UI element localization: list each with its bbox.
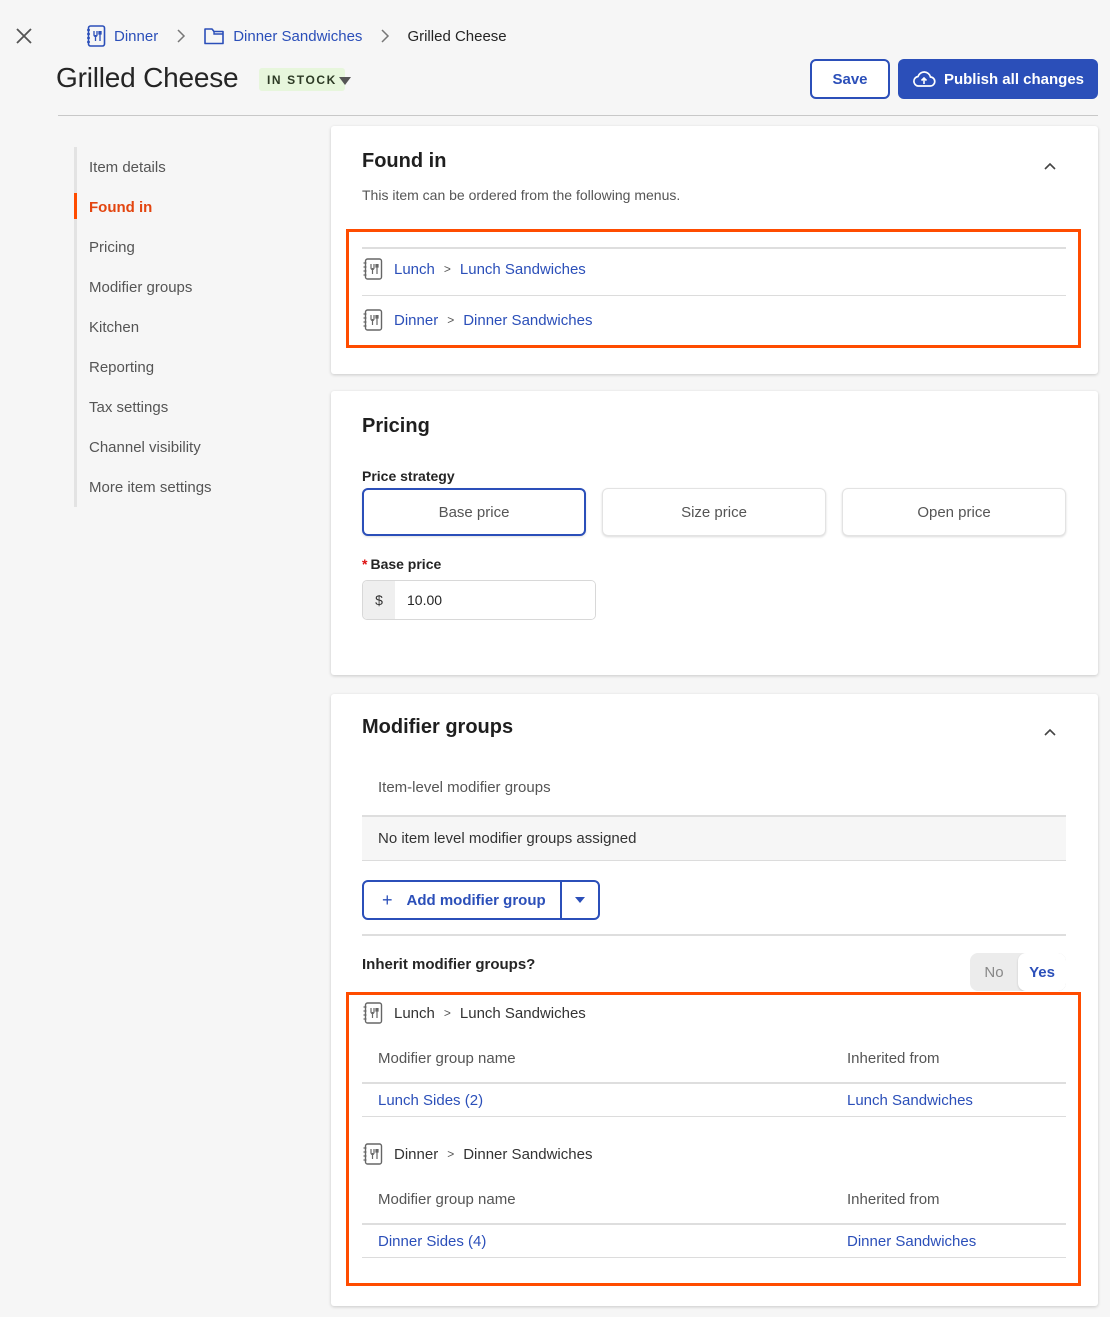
nav-item-pricing[interactable]: Pricing [77, 227, 304, 267]
add-modifier-group-button[interactable]: + Add modifier group [364, 882, 562, 918]
menu-icon [363, 309, 383, 331]
cloud-upload-icon [913, 71, 936, 87]
path-separator: > [443, 262, 451, 276]
empty-modifier-groups-row: No item level modifier groups assigned [362, 815, 1066, 861]
nav-item-channel-visibility[interactable]: Channel visibility [77, 427, 304, 467]
found-in-group-link[interactable]: Dinner Sandwiches [463, 312, 592, 329]
breadcrumb-dinner-sandwiches[interactable]: Dinner Sandwiches [203, 26, 362, 46]
page-title: Grilled Cheese [56, 62, 239, 93]
found-in-menu-link[interactable]: Lunch [394, 261, 435, 278]
nav-item-item-details[interactable]: Item details [77, 147, 304, 187]
menu-icon [87, 25, 106, 47]
base-price-input[interactable] [395, 581, 595, 619]
found-in-collapse-button[interactable] [1040, 156, 1060, 176]
found-in-path-lunch: Lunch > Lunch Sandwiches [362, 258, 586, 280]
divider [362, 1223, 1066, 1225]
chevron-right-icon [176, 29, 186, 43]
divider [362, 1082, 1066, 1084]
strategy-open-price[interactable]: Open price [842, 488, 1066, 536]
chevron-up-icon [1044, 162, 1056, 170]
menu-icon [363, 1143, 383, 1165]
modifier-groups-collapse-button[interactable] [1040, 722, 1060, 742]
found-in-title: Found in [362, 150, 447, 172]
plus-icon: + [382, 889, 393, 910]
item-level-header: Item-level modifier groups [378, 779, 551, 796]
stock-status-badge: IN STOCK [259, 68, 345, 91]
nav-item-found-in[interactable]: Found in [74, 187, 304, 227]
stock-status-dropdown[interactable] [338, 74, 352, 86]
divider [362, 934, 1066, 936]
modifier-group-link[interactable]: Lunch Sides (2) [378, 1092, 483, 1109]
caret-down-icon [339, 77, 351, 85]
divider [362, 1116, 1066, 1117]
modifier-groups-title: Modifier groups [362, 716, 514, 738]
publish-all-changes-button[interactable]: Publish all changes [898, 59, 1098, 99]
divider [362, 295, 1066, 296]
inherited-path-lunch: Lunch > Lunch Sandwiches [362, 1002, 586, 1024]
path-separator: > [447, 1147, 455, 1161]
close-icon [16, 28, 32, 44]
add-modifier-group-dropdown[interactable] [562, 882, 598, 918]
header-divider [58, 115, 1098, 116]
strategy-size-price[interactable]: Size price [602, 488, 826, 536]
nav-item-kitchen[interactable]: Kitchen [77, 307, 304, 347]
nav-item-reporting[interactable]: Reporting [77, 347, 304, 387]
strategy-base-price[interactable]: Base price [362, 488, 586, 536]
divider [362, 1257, 1066, 1258]
modifier-groups-card: Modifier groups Item-level modifier grou… [331, 694, 1098, 1306]
section-nav: Item details Found in Pricing Modifier g… [74, 147, 304, 507]
column-header-inherited-from: Inherited from [847, 1191, 940, 1208]
inherited-menu-name: Lunch [394, 1004, 435, 1022]
inherit-toggle-no[interactable]: No [970, 953, 1018, 991]
column-header-inherited-from: Inherited from [847, 1050, 940, 1067]
divider [362, 247, 1066, 249]
inherited-from-link[interactable]: Dinner Sandwiches [847, 1233, 976, 1250]
save-button[interactable]: Save [810, 59, 890, 99]
found-in-group-link[interactable]: Lunch Sandwiches [460, 261, 586, 278]
column-header-modifier-group-name: Modifier group name [378, 1191, 516, 1208]
pricing-card: Pricing Price strategy Base price Size p… [331, 391, 1098, 675]
nav-item-more-item-settings[interactable]: More item settings [77, 467, 304, 507]
inherited-group-name: Lunch Sandwiches [459, 1004, 586, 1022]
inherited-from-link[interactable]: Lunch Sandwiches [847, 1092, 973, 1109]
path-separator: > [443, 1006, 451, 1020]
base-price-label: * Base price [362, 556, 441, 572]
publish-label: Publish all changes [943, 70, 1085, 88]
inherited-menu-name: Dinner [394, 1145, 439, 1163]
modifier-group-link[interactable]: Dinner Sides (4) [378, 1233, 486, 1250]
chevron-right-icon [380, 29, 390, 43]
price-strategy-label: Price strategy [362, 468, 455, 484]
breadcrumb-dinner[interactable]: Dinner [86, 25, 158, 47]
breadcrumb-dinner-label: Dinner [114, 27, 159, 45]
currency-prefix: $ [363, 581, 395, 619]
found-in-card: Found in This item can be ordered from t… [331, 126, 1098, 374]
breadcrumb-dinner-sandwiches-label: Dinner Sandwiches [233, 27, 363, 45]
menu-icon [363, 258, 383, 280]
found-in-description: This item can be ordered from the follow… [362, 187, 681, 203]
menu-icon [363, 1002, 383, 1024]
nav-item-tax-settings[interactable]: Tax settings [77, 387, 304, 427]
pricing-title: Pricing [362, 415, 430, 437]
inherit-toggle-yes[interactable]: Yes [1018, 953, 1066, 991]
path-separator: > [447, 313, 455, 327]
add-modifier-group-split-button: + Add modifier group [362, 880, 600, 920]
base-price-label-text: Base price [370, 556, 442, 572]
nav-item-modifier-groups[interactable]: Modifier groups [77, 267, 304, 307]
found-in-menu-link[interactable]: Dinner [394, 312, 438, 329]
folder-icon [204, 28, 224, 45]
inherited-path-dinner: Dinner > Dinner Sandwiches [362, 1143, 592, 1165]
caret-down-icon [575, 897, 585, 903]
chevron-up-icon [1044, 728, 1056, 736]
inherited-group-name: Dinner Sandwiches [463, 1145, 593, 1163]
column-header-modifier-group-name: Modifier group name [378, 1050, 516, 1067]
add-modifier-group-label: Add modifier group [406, 891, 546, 909]
inherit-label: Inherit modifier groups? [362, 956, 536, 973]
close-button[interactable] [12, 24, 36, 48]
base-price-field: $ [362, 580, 596, 620]
breadcrumb-current: Grilled Cheese [407, 27, 507, 45]
required-marker: * [362, 556, 368, 572]
breadcrumb: Dinner Dinner Sandwiches Grilled Cheese [86, 24, 507, 48]
inherit-toggle: No Yes [970, 953, 1066, 991]
found-in-path-dinner: Dinner > Dinner Sandwiches [362, 309, 592, 331]
